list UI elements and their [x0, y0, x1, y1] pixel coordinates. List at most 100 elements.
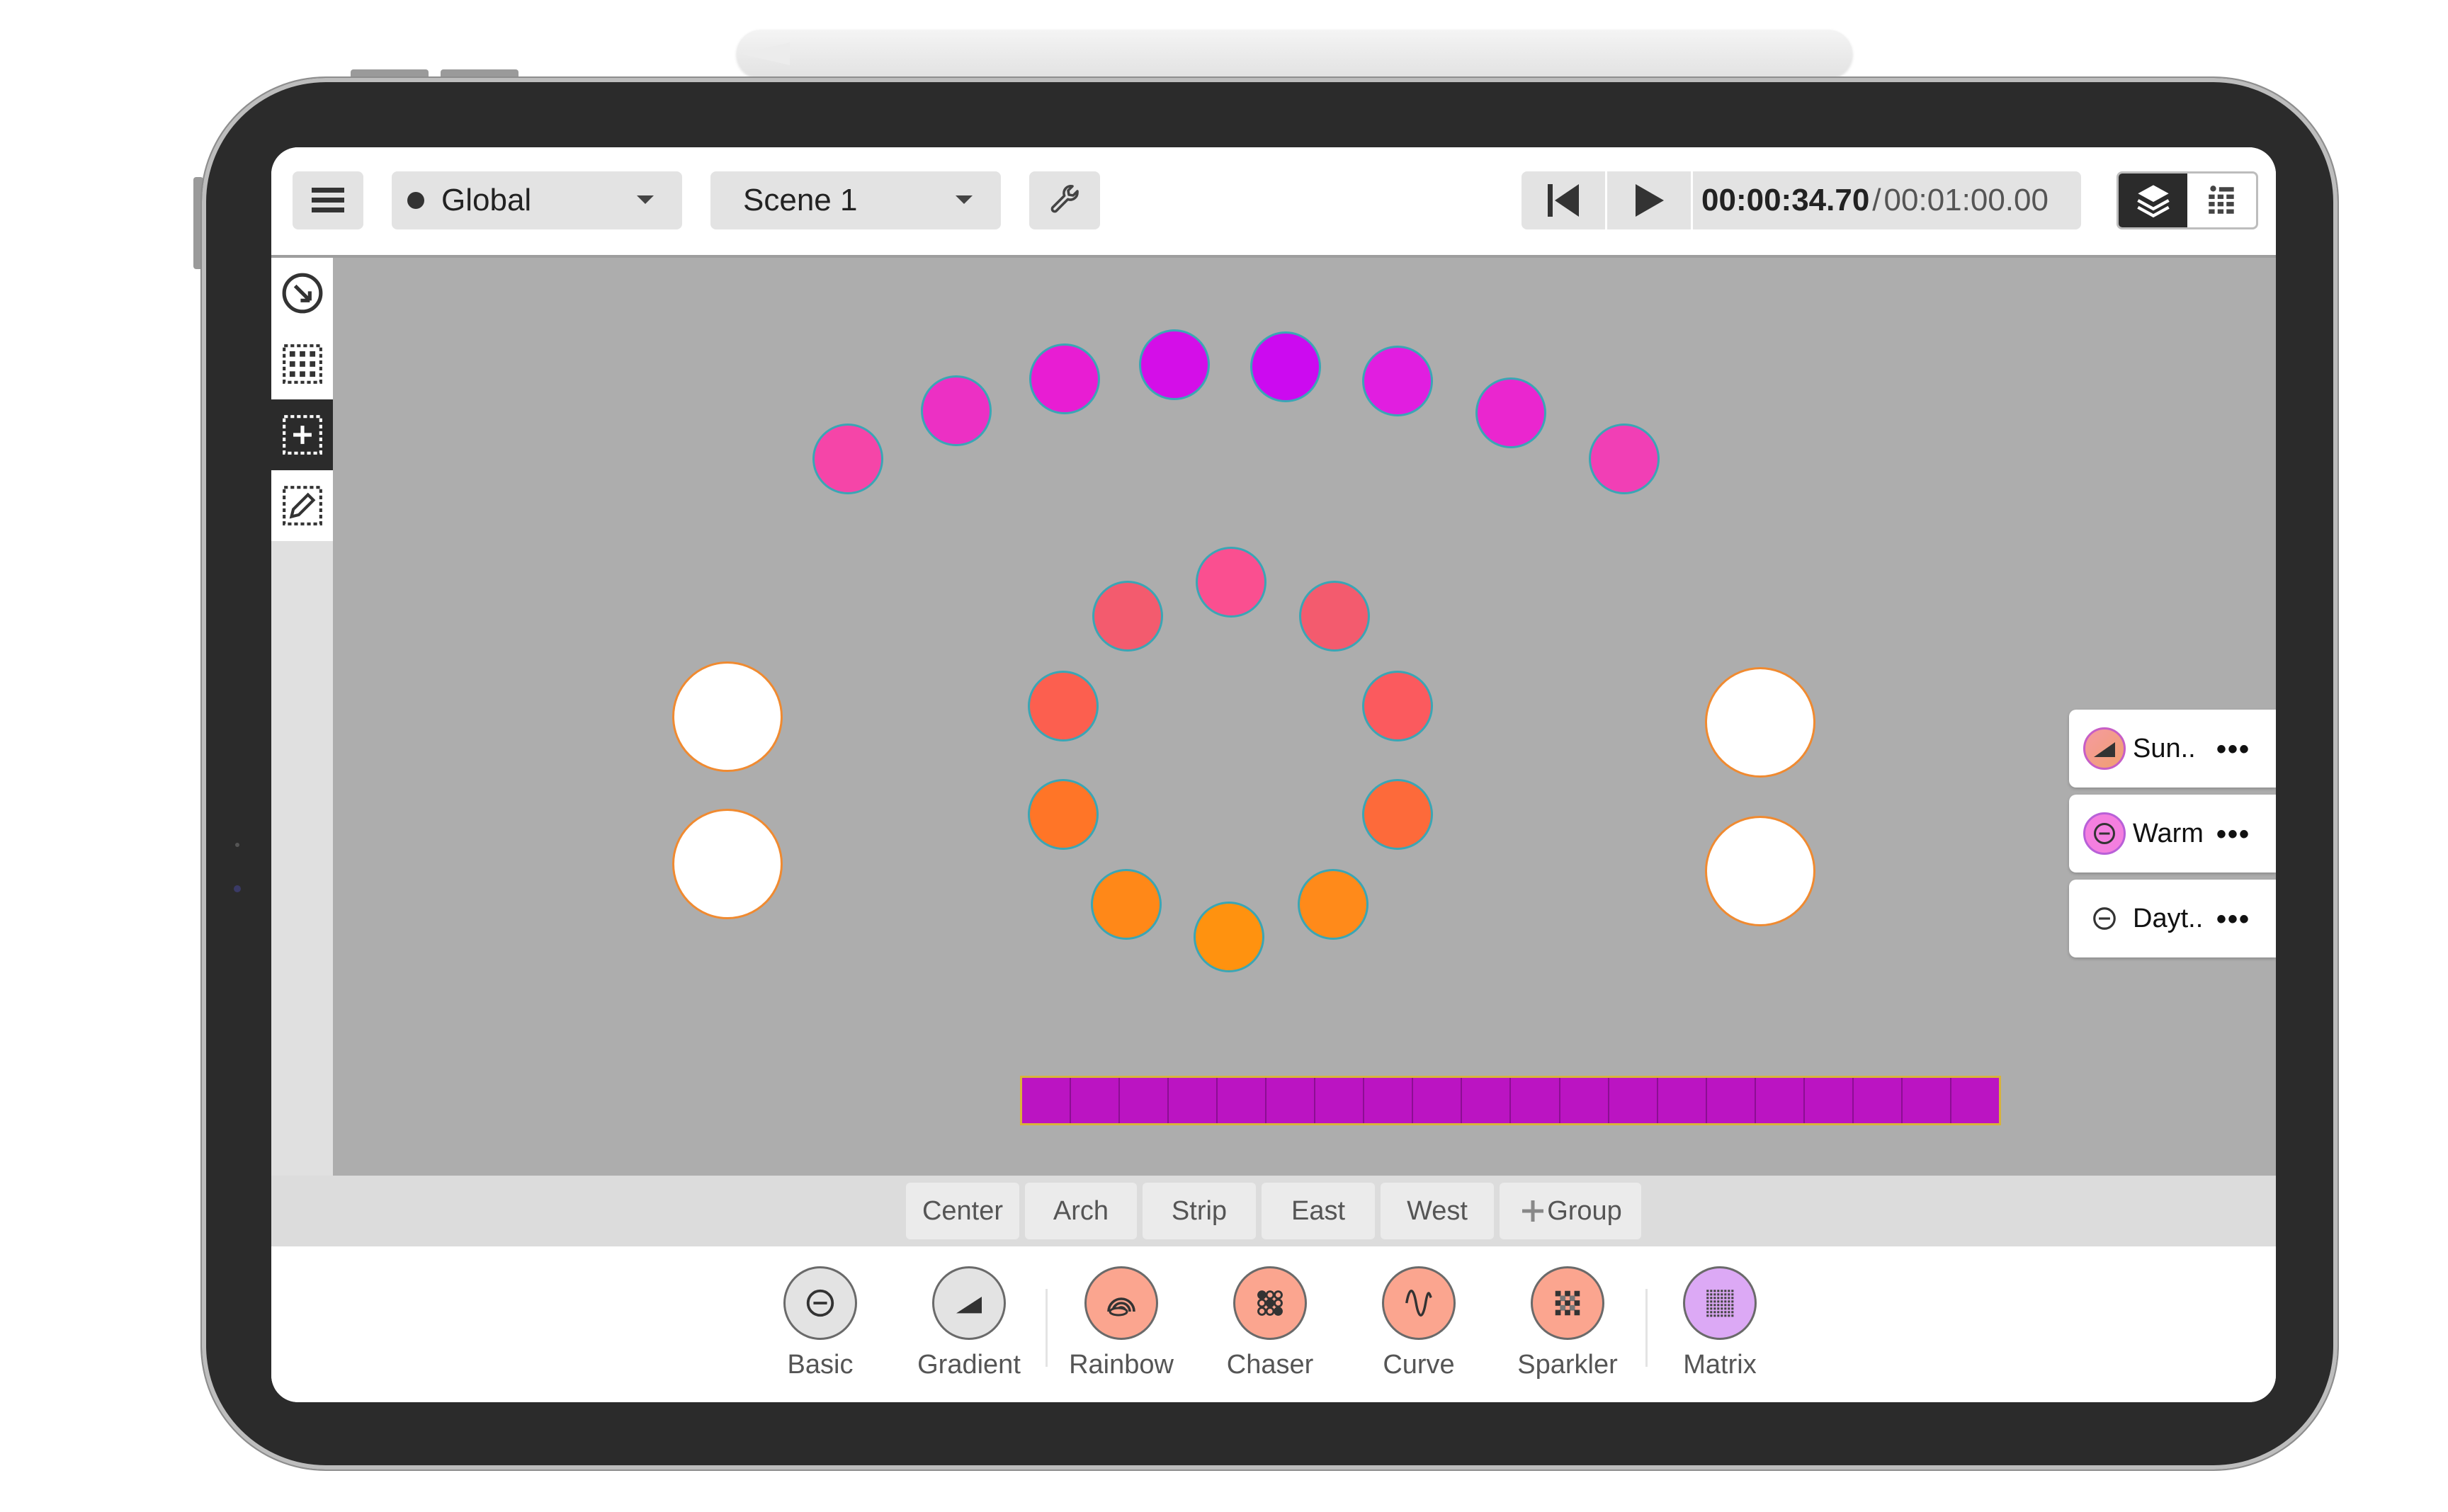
effect-label: Chaser	[1226, 1350, 1314, 1380]
light-fixture[interactable]	[672, 809, 783, 919]
wrench-icon	[1050, 184, 1079, 213]
strip-pixel[interactable]	[1560, 1078, 1609, 1123]
strip-pixel[interactable]	[1218, 1078, 1267, 1123]
strip-pixel[interactable]	[1511, 1078, 1560, 1123]
menu-button[interactable]	[293, 171, 363, 229]
light-fixture[interactable]	[1194, 902, 1264, 972]
light-fixture[interactable]	[1139, 329, 1210, 400]
add-tool-button[interactable]	[271, 399, 333, 470]
strip-pixel[interactable]	[1266, 1078, 1316, 1123]
light-fixture[interactable]	[921, 375, 992, 446]
matrix-effect-icon	[1683, 1266, 1757, 1340]
effect-chaser[interactable]: Chaser	[1213, 1266, 1327, 1380]
light-fixture[interactable]	[1362, 346, 1433, 416]
light-fixture[interactable]	[812, 424, 883, 494]
effect-sparkler[interactable]: Sparkler	[1511, 1266, 1624, 1380]
strip-pixel[interactable]	[1364, 1078, 1414, 1123]
effect-label: Rainbow	[1069, 1350, 1174, 1380]
scene-select[interactable]: Scene 1	[710, 171, 1001, 229]
strip-pixel[interactable]	[1462, 1078, 1512, 1123]
edit-tool-button[interactable]	[271, 470, 333, 541]
chevron-down-icon	[637, 195, 654, 204]
chevron-down-icon	[956, 195, 973, 204]
grid-select-icon	[282, 344, 322, 384]
group-arch-button[interactable]: Arch	[1025, 1183, 1137, 1239]
layers-panel: Sun.. ••• Warm ••• Dayt.. •••	[2069, 710, 2276, 965]
fixtures-grid-icon	[2208, 186, 2234, 214]
fixtures-view-button[interactable]	[2187, 174, 2256, 227]
strip-pixel[interactable]	[1609, 1078, 1658, 1123]
chaser-effect-icon	[1233, 1266, 1307, 1340]
global-select[interactable]: Global	[392, 171, 682, 229]
strip-pixel[interactable]	[1071, 1078, 1121, 1123]
left-toolbar	[271, 258, 333, 1176]
light-fixture[interactable]	[1362, 779, 1433, 850]
light-fixture[interactable]	[1362, 671, 1433, 741]
groups-bar: Center Arch Strip East West Group	[271, 1176, 2276, 1246]
strip-pixel[interactable]	[1804, 1078, 1854, 1123]
strip-pixel[interactable]	[1315, 1078, 1365, 1123]
layer-label: Warm	[2133, 818, 2204, 848]
light-fixture[interactable]	[1298, 869, 1368, 940]
more-options-icon[interactable]: •••	[2216, 819, 2250, 851]
apple-pencil-tip	[740, 42, 790, 65]
group-strip-button[interactable]: Strip	[1143, 1183, 1256, 1239]
light-fixture[interactable]	[1705, 816, 1815, 926]
strip-pixel[interactable]	[1853, 1078, 1903, 1123]
group-west-button[interactable]: West	[1381, 1183, 1494, 1239]
hamburger-menu-icon	[312, 188, 344, 212]
group-center-button[interactable]: Center	[906, 1183, 1019, 1239]
time-display: 00:00:34.70 / 00:01:00.00	[1693, 171, 2081, 229]
more-options-icon[interactable]: •••	[2216, 904, 2250, 936]
sparkler-effect-icon	[1531, 1266, 1604, 1340]
strip-pixel[interactable]	[1951, 1078, 1999, 1123]
layer-item[interactable]: Sun.. •••	[2069, 710, 2276, 788]
add-box-icon	[282, 415, 322, 455]
strip-group[interactable]	[1020, 1076, 2001, 1125]
light-fixture[interactable]	[1589, 424, 1660, 494]
group-east-button[interactable]: East	[1262, 1183, 1375, 1239]
tools-button[interactable]	[1029, 171, 1100, 229]
light-fixture[interactable]	[1092, 581, 1163, 652]
strip-pixel[interactable]	[1120, 1078, 1169, 1123]
effect-matrix[interactable]: Matrix	[1663, 1266, 1776, 1380]
effect-basic[interactable]: Basic	[764, 1266, 877, 1380]
effect-rainbow[interactable]: Rainbow	[1065, 1266, 1178, 1380]
effect-label: Basic	[787, 1350, 854, 1380]
strip-pixel[interactable]	[1902, 1078, 1951, 1123]
strip-pixel[interactable]	[1658, 1078, 1707, 1123]
strip-pixel[interactable]	[1706, 1078, 1756, 1123]
layer-item[interactable]: Warm •••	[2069, 795, 2276, 872]
strip-pixel[interactable]	[1169, 1078, 1218, 1123]
strip-pixel[interactable]	[1022, 1078, 1072, 1123]
grid-tool-button[interactable]	[271, 329, 333, 399]
curve-effect-icon	[1382, 1266, 1456, 1340]
light-fixture[interactable]	[1028, 779, 1099, 850]
view-toggle	[2116, 171, 2258, 229]
light-fixture[interactable]	[672, 661, 783, 772]
more-options-icon[interactable]: •••	[2216, 734, 2250, 766]
effect-label: Gradient	[917, 1350, 1021, 1380]
fixture-canvas[interactable]: Sun.. ••• Warm ••• Dayt.. •••	[333, 258, 2276, 1176]
light-fixture[interactable]	[1705, 667, 1815, 778]
effect-gradient[interactable]: Gradient	[912, 1266, 1026, 1380]
time-separator: /	[1872, 183, 1881, 217]
layers-view-button[interactable]	[2119, 174, 2187, 227]
add-group-button[interactable]: Group	[1500, 1183, 1641, 1239]
effects-divider	[1645, 1289, 1648, 1367]
strip-pixel[interactable]	[1755, 1078, 1805, 1123]
play-button[interactable]	[1607, 171, 1693, 229]
light-fixture[interactable]	[1475, 377, 1546, 448]
light-fixture[interactable]	[1028, 671, 1099, 741]
light-fixture[interactable]	[1250, 331, 1321, 402]
light-fixture[interactable]	[1196, 547, 1266, 618]
effect-curve[interactable]: Curve	[1362, 1266, 1475, 1380]
select-tool-button[interactable]	[271, 258, 333, 329]
strip-pixel[interactable]	[1413, 1078, 1463, 1123]
skip-to-start-button[interactable]	[1522, 171, 1607, 229]
effects-divider	[1046, 1289, 1048, 1367]
light-fixture[interactable]	[1091, 869, 1162, 940]
layer-item[interactable]: Dayt.. •••	[2069, 880, 2276, 957]
light-fixture[interactable]	[1029, 343, 1100, 414]
light-fixture[interactable]	[1299, 581, 1370, 652]
